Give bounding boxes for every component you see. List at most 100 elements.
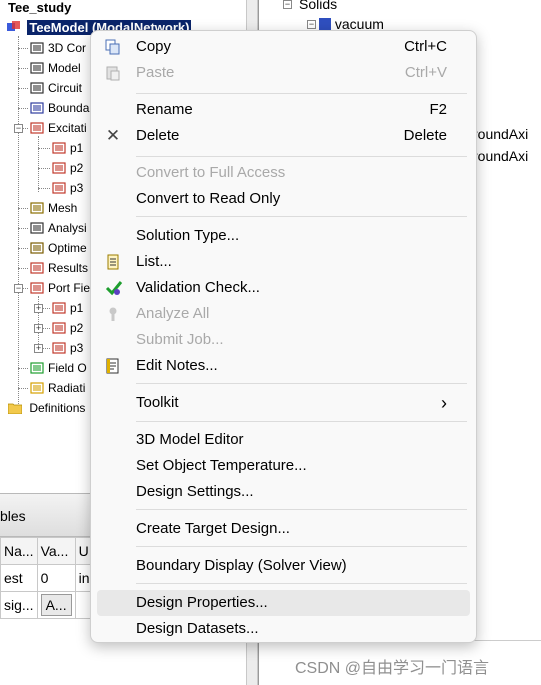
tree-item[interactable]: Excitati [30,119,87,137]
collapse-icon[interactable]: − [14,284,23,293]
tree-item-label: p2 [70,321,84,335]
tree-item[interactable]: p3 [52,179,83,197]
menu-item-paste[interactable]: Paste Ctrl+V [97,60,470,86]
menu-item-set-object-temperature[interactable]: Set Object Temperature... [97,453,470,479]
menu-label: Analyze All [136,305,210,322]
tree-item[interactable]: Results [30,259,88,277]
menu-separator [136,156,467,157]
menu-item-toolkit[interactable]: Toolkit › [97,390,470,416]
menu-item-analyze-all[interactable]: Analyze All [97,301,470,327]
tree-item-label: p1 [70,141,84,155]
menu-label: Create Target Design... [136,520,290,537]
validation-check-icon [105,280,123,296]
submenu-arrow-icon: › [441,393,447,413]
menu-item-convert-full-access[interactable]: Convert to Full Access [97,160,470,186]
menu-label: Design Datasets... [136,620,259,637]
tree-item[interactable]: Radiati [30,379,85,397]
column-header-value[interactable]: Va... [36,537,76,565]
menu-separator [136,383,467,384]
menu-item-submit-job[interactable]: Submit Job... [97,327,470,353]
menu-item-design-settings[interactable]: Design Settings... [97,479,470,505]
tree-item-label: p2 [70,161,84,175]
column-header-name[interactable]: Na... [0,537,38,565]
menu-separator [136,583,467,584]
watermark: CSDN @自由学习一门语言 [295,660,490,677]
tree-item[interactable]: Model [30,59,81,77]
context-menu: Copy Ctrl+C Paste Ctrl+V Rename F2 ✕ Del… [90,30,477,643]
tree-item-label: Excitati [48,121,87,135]
tree-item[interactable]: p2 [52,159,83,177]
cell-value[interactable]: 0 [36,564,76,592]
3d-components-icon [30,41,44,54]
port-icon [52,141,66,154]
solids-node[interactable]: − Solids [283,0,337,12]
port-field-icon [52,301,66,314]
menu-label: Copy [136,38,172,55]
tree-item-label: Port Fie [48,281,91,295]
tree-item-label: p1 [70,301,84,315]
menu-label: Boundary Display (Solver View) [136,557,347,574]
collapse-icon[interactable]: − [307,20,316,29]
menu-label: Convert to Read Only [136,190,281,207]
notes-icon [105,358,121,374]
tree-item[interactable]: p2 [52,319,83,337]
optimetrics-icon [30,241,44,254]
tree-item-label: Field O [48,361,87,375]
tree-definitions-label: Definitions [29,401,86,415]
menu-item-rename[interactable]: Rename F2 [97,97,470,123]
expand-icon[interactable]: + [34,304,43,313]
expand-icon[interactable]: + [34,344,43,353]
cell-name: est [0,564,38,592]
port-icon [52,181,66,194]
menu-shortcut: Delete [403,127,447,144]
menu-item-boundary-display[interactable]: Boundary Display (Solver View) [97,553,470,579]
port-icon [52,161,66,174]
expand-icon[interactable]: + [34,324,43,333]
menu-item-edit-notes[interactable]: Edit Notes... [97,353,470,379]
tree-item[interactable]: Bounda [30,99,89,117]
menu-item-create-target-design[interactable]: Create Target Design... [97,516,470,542]
delete-icon: ✕ [105,126,121,145]
tree-item[interactable]: Mesh [30,199,77,217]
menu-item-convert-read-only[interactable]: Convert to Read Only [97,186,470,212]
menu-item-solution-type[interactable]: Solution Type... [97,223,470,249]
copy-icon [105,39,121,55]
tree-item[interactable]: Port Fie [30,279,90,297]
menu-label: List... [136,253,172,270]
value-button[interactable]: A... [40,594,72,616]
menu-label: Convert to Full Access [136,164,286,181]
tree-item-label: p3 [70,341,84,355]
tree-item[interactable]: p1 [52,299,83,317]
hfss-design-icon [6,20,20,32]
menu-item-delete[interactable]: ✕ Delete Delete [97,123,470,149]
tree-item[interactable]: Optime [30,239,87,257]
tree-item[interactable]: p1 [52,139,83,157]
menu-label: Delete [136,127,180,144]
table-row[interactable]: sig... A... [0,591,96,619]
menu-item-design-properties[interactable]: Design Properties... [97,590,470,616]
tree-item[interactable]: Circuit [30,79,82,97]
menu-item-validation-check[interactable]: Validation Check... [97,275,470,301]
menu-label: Design Properties... [136,594,268,611]
collapse-icon[interactable]: − [14,124,23,133]
tree-item-label: Analysi [48,221,87,235]
menu-label: Edit Notes... [136,357,218,374]
tree-definitions-item[interactable]: Definitions [7,399,86,417]
menu-item-3d-model-editor[interactable]: 3D Model Editor [97,427,470,453]
tree-item[interactable]: 3D Cor [30,39,86,57]
menu-item-copy[interactable]: Copy Ctrl+C [97,34,470,60]
menu-item-design-datasets[interactable]: Design Datasets... [97,616,470,642]
table-row[interactable]: est 0 in [0,564,96,592]
tree-item-label: Circuit [48,81,83,95]
menu-separator [136,216,467,217]
tree-root-item[interactable]: Tee_study [8,0,71,17]
tree-item[interactable]: p3 [52,339,83,357]
list-icon [105,254,121,270]
tree-item[interactable]: Analysi [30,219,87,237]
tree-item[interactable]: Field O [30,359,87,377]
menu-item-list[interactable]: List... [97,249,470,275]
menu-separator [136,421,467,422]
collapse-icon[interactable]: − [283,0,292,9]
menu-label: Rename [136,101,193,118]
menu-shortcut: Ctrl+V [404,64,447,81]
